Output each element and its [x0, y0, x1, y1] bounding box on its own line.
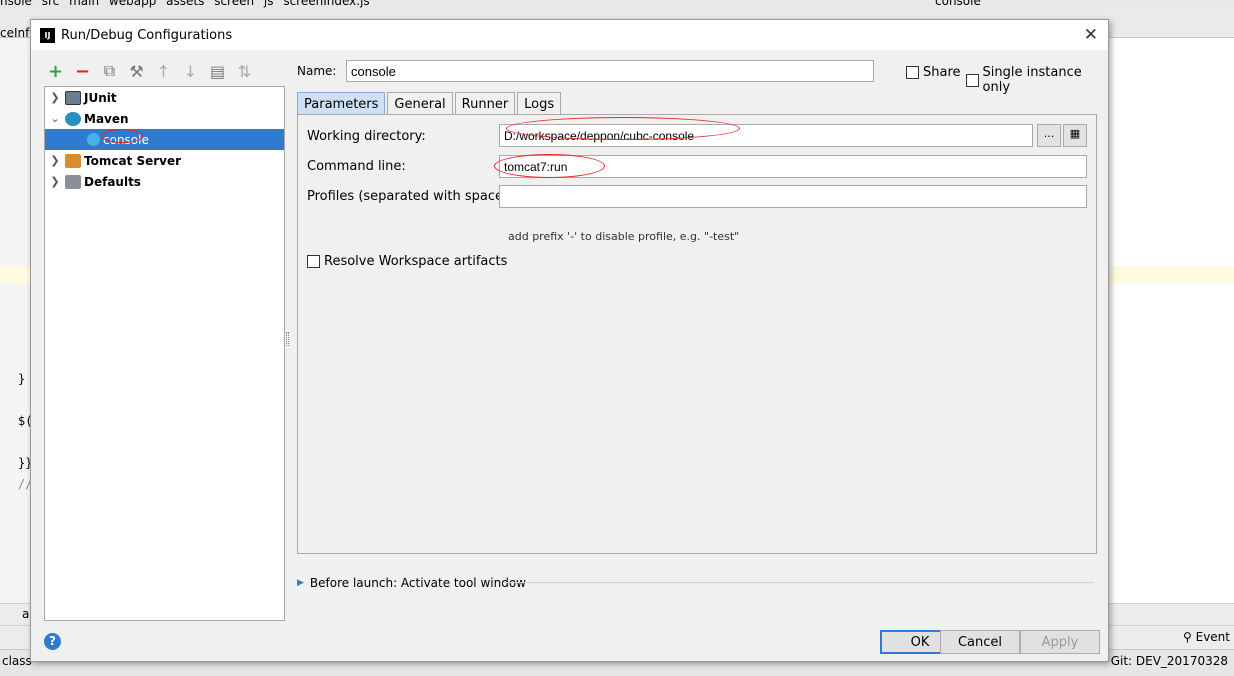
maven-gear-icon: [65, 111, 81, 126]
maven-gear-icon: [87, 133, 100, 146]
profiles-input[interactable]: [499, 185, 1087, 208]
tree-item-label: Defaults: [84, 174, 141, 189]
close-icon[interactable]: ✕: [1084, 25, 1098, 45]
single-instance-checkbox[interactable]: Single instance only: [966, 65, 1108, 95]
expand-arrow-icon[interactable]: ❯: [45, 91, 65, 104]
tree-item-console[interactable]: console: [45, 129, 284, 150]
breadcrumb-item[interactable]: screenIndex.js: [283, 0, 369, 8]
browse-button[interactable]: ...: [1037, 124, 1061, 147]
breadcrumb-item[interactable]: nsole: [0, 0, 32, 8]
git-branch-widget[interactable]: Git: DEV_20170328: [1111, 654, 1228, 668]
folder-icon[interactable]: ▤: [207, 61, 228, 82]
resolve-workspace-checkbox[interactable]: Resolve Workspace artifacts: [307, 254, 507, 269]
working-directory-label: Working directory:: [307, 129, 426, 144]
breadcrumb-item[interactable]: webapp: [109, 0, 156, 8]
splitter-handle[interactable]: [286, 332, 289, 346]
tree-item-tomcat[interactable]: ❯ Tomcat Server: [45, 150, 284, 171]
name-label: Name:: [297, 64, 337, 78]
expand-arrow-icon[interactable]: ❯: [45, 154, 65, 167]
parameters-panel: Working directory: ... ▦ Command line: P…: [297, 114, 1097, 554]
working-directory-input[interactable]: [499, 124, 1033, 147]
bottom-tool-tab[interactable]: a: [22, 607, 29, 621]
tree-item-label: JUnit: [84, 90, 117, 105]
profiles-hint: add prefix '-' to disable profile, e.g. …: [508, 230, 740, 243]
expand-triangle-icon: ▶: [297, 578, 304, 588]
intellij-logo-icon: IJ: [40, 28, 55, 43]
collapse-arrow-icon[interactable]: ⌄: [45, 112, 65, 125]
code-line: }: [18, 372, 26, 386]
junit-icon: [65, 90, 81, 105]
share-label: Share: [923, 65, 961, 80]
apply-button[interactable]: Apply: [1020, 630, 1100, 654]
tomcat-icon: [65, 153, 81, 168]
config-toolbar: + − ⧉ ⚒ ↑ ↓ ▤ ⇅: [45, 60, 255, 82]
sort-icon[interactable]: ⇅: [234, 61, 255, 82]
event-log-button[interactable]: ⚲ Event: [1183, 630, 1230, 644]
checkbox-box[interactable]: [307, 255, 320, 268]
name-input[interactable]: [346, 60, 874, 82]
before-launch-toggle[interactable]: ▶ Before launch: Activate tool window: [297, 576, 526, 590]
before-launch-label: Before launch: Activate tool window: [309, 576, 526, 590]
breadcrumb-item[interactable]: screen: [214, 0, 254, 8]
search-icon: ⚲: [1183, 630, 1196, 644]
checkbox-box[interactable]: [906, 66, 919, 79]
run-debug-dialog: IJ Run/Debug Configurations ✕ + − ⧉ ⚒ ↑ …: [30, 19, 1109, 662]
separator: [504, 582, 1094, 583]
tree-item-label: Tomcat Server: [84, 153, 182, 168]
move-down-icon[interactable]: ↓: [180, 61, 201, 82]
move-up-icon[interactable]: ↑: [153, 61, 174, 82]
breadcrumb-item[interactable]: js: [264, 0, 274, 8]
tree-item-junit[interactable]: ❯ JUnit: [45, 87, 284, 108]
run-config-selector[interactable]: console: [935, 0, 981, 8]
ide-breadcrumb-bar: nsole src main webapp assets screen js s…: [0, 0, 1234, 8]
ide-gutter: [0, 38, 30, 603]
config-tree: ❯ JUnit ⌄ Maven console ❯ Tomcat Server …: [44, 86, 285, 621]
copy-icon[interactable]: ⧉: [99, 61, 120, 82]
tab-general[interactable]: General: [387, 92, 453, 116]
status-text: class: [2, 654, 32, 668]
profiles-label: Profiles (separated with space):: [307, 189, 513, 204]
command-line-label: Command line:: [307, 159, 406, 174]
single-instance-label: Single instance only: [982, 65, 1082, 95]
breadcrumb-item[interactable]: src: [42, 0, 60, 8]
tree-item-label: Maven: [84, 111, 129, 126]
ide-breadcrumb: nsole src main webapp assets screen js s…: [0, 0, 376, 8]
tab-runner[interactable]: Runner: [454, 92, 516, 116]
resolve-workspace-label: Resolve Workspace artifacts: [324, 254, 508, 269]
checkbox-box[interactable]: [966, 73, 979, 87]
cancel-button[interactable]: Cancel: [940, 630, 1020, 654]
tab-parameters[interactable]: Parameters: [297, 92, 386, 116]
tree-item-maven[interactable]: ⌄ Maven: [45, 108, 284, 129]
module-dir-icon[interactable]: ▦: [1063, 124, 1087, 147]
remove-icon[interactable]: −: [72, 61, 93, 82]
expand-arrow-icon[interactable]: ❯: [45, 175, 65, 188]
dialog-titlebar: IJ Run/Debug Configurations ✕: [31, 20, 1108, 50]
tree-item-label: console: [103, 132, 149, 147]
command-line-input[interactable]: [499, 155, 1087, 178]
config-tabs: Parameters General Runner Logs: [297, 92, 562, 116]
add-icon[interactable]: +: [45, 61, 66, 82]
tree-item-defaults[interactable]: ❯ Defaults: [45, 171, 284, 192]
dialog-title: Run/Debug Configurations: [61, 28, 233, 43]
edit-defaults-icon[interactable]: ⚒: [126, 61, 147, 82]
tab-logs[interactable]: Logs: [517, 92, 562, 116]
breadcrumb-item[interactable]: main: [69, 0, 99, 8]
event-log-label: Event: [1195, 630, 1230, 644]
defaults-wrench-icon: [65, 174, 81, 189]
help-icon[interactable]: ?: [44, 633, 61, 650]
breadcrumb-item[interactable]: assets: [166, 0, 204, 8]
share-checkbox[interactable]: Share: [906, 65, 961, 80]
